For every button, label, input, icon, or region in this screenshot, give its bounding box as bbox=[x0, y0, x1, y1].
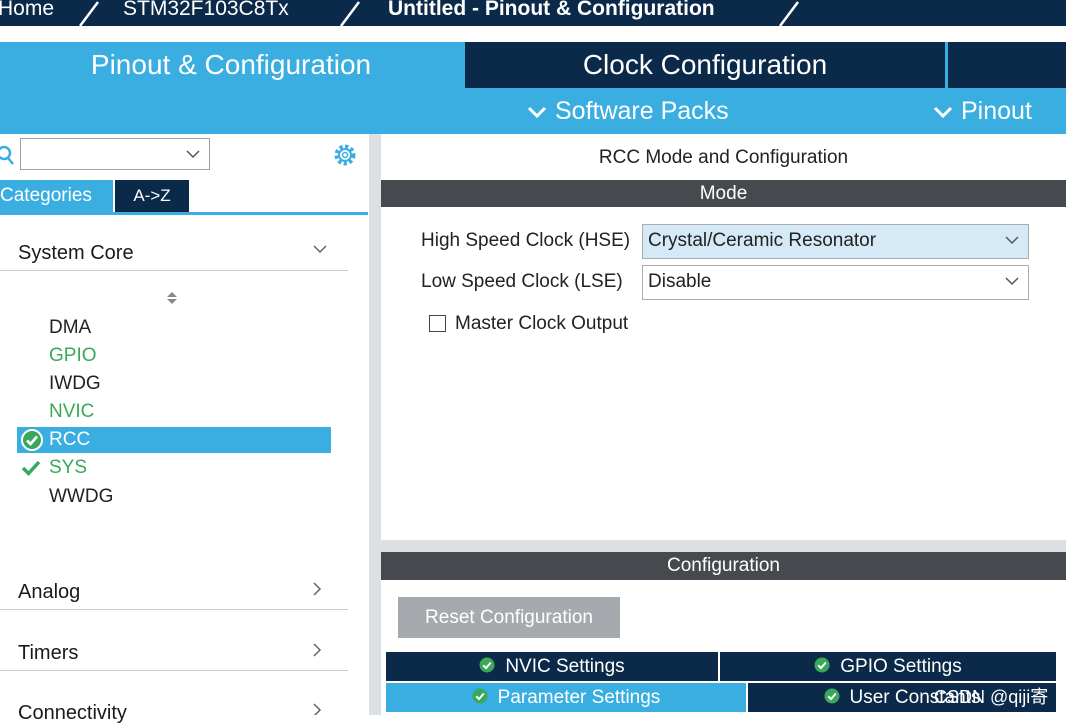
lse-label: Low Speed Clock (LSE) bbox=[421, 271, 623, 292]
chevron-down-icon bbox=[1005, 277, 1019, 286]
section-divider bbox=[381, 540, 1066, 552]
list-item-nvic[interactable]: NVIC bbox=[49, 399, 94, 425]
software-packs-menu[interactable]: Software Packs bbox=[527, 96, 729, 126]
category-divider bbox=[0, 609, 348, 610]
chevron-down-icon[interactable] bbox=[312, 244, 328, 254]
chevron-down-icon bbox=[1005, 236, 1019, 245]
category-divider bbox=[0, 270, 348, 271]
master-clock-output-checkbox[interactable] bbox=[429, 315, 446, 332]
breadcrumb-project[interactable]: Untitled - Pinout & Configuration bbox=[388, 0, 715, 22]
check-circle-icon bbox=[824, 688, 840, 704]
check-circle-icon bbox=[21, 429, 43, 451]
search-icon[interactable] bbox=[0, 144, 16, 166]
mode-header: Mode bbox=[381, 180, 1066, 207]
tab-nvic-label: NVIC Settings bbox=[505, 656, 625, 677]
breadcrumb-separator-icon bbox=[779, 1, 799, 26]
check-icon bbox=[21, 460, 41, 477]
panel-splitter[interactable] bbox=[369, 134, 381, 715]
chevron-down-icon[interactable] bbox=[185, 149, 201, 159]
chevron-right-icon[interactable] bbox=[312, 642, 322, 658]
tab-project-manager[interactable] bbox=[948, 42, 1066, 88]
lse-select[interactable]: Disable bbox=[642, 265, 1029, 300]
chevron-down-icon bbox=[527, 107, 547, 119]
category-analog[interactable]: Analog bbox=[18, 579, 80, 605]
configuration-header: Configuration bbox=[381, 552, 1066, 580]
list-item-dma[interactable]: DMA bbox=[49, 315, 91, 341]
check-circle-icon bbox=[472, 688, 488, 704]
tab-gpio-label: GPIO Settings bbox=[840, 656, 962, 677]
chevron-down-icon bbox=[933, 107, 953, 119]
hse-value: Crystal/Ceramic Resonator bbox=[648, 230, 877, 251]
hse-label: High Speed Clock (HSE) bbox=[421, 230, 631, 251]
tab-categories[interactable]: Categories bbox=[0, 180, 113, 212]
category-connectivity[interactable]: Connectivity bbox=[18, 700, 127, 726]
list-item-wwdg[interactable]: WWDG bbox=[49, 484, 113, 510]
breadcrumb-separator-icon bbox=[340, 1, 360, 26]
check-circle-icon bbox=[479, 657, 495, 673]
breadcrumb-mcu[interactable]: STM32F103C8Tx bbox=[123, 0, 289, 22]
chevron-right-icon[interactable] bbox=[312, 702, 322, 715]
sort-icon[interactable] bbox=[166, 291, 178, 305]
tab-parameter-label: Parameter Settings bbox=[497, 687, 661, 708]
reset-configuration-button[interactable]: Reset Configuration bbox=[398, 597, 620, 638]
pinout-menu[interactable]: Pinout bbox=[933, 96, 1032, 126]
category-timers[interactable]: Timers bbox=[18, 640, 78, 666]
list-item-rcc-label: RCC bbox=[49, 429, 91, 450]
hse-select[interactable]: Crystal/Ceramic Resonator bbox=[642, 224, 1029, 259]
list-item-gpio[interactable]: GPIO bbox=[49, 343, 97, 369]
search-input[interactable] bbox=[20, 138, 210, 170]
list-item-iwdg[interactable]: IWDG bbox=[49, 371, 101, 397]
header-gap bbox=[0, 26, 1066, 42]
software-packs-label: Software Packs bbox=[555, 97, 729, 125]
tab-a-z[interactable]: A->Z bbox=[115, 180, 189, 212]
breadcrumb-home[interactable]: Home bbox=[0, 0, 54, 22]
category-divider bbox=[0, 670, 348, 671]
check-circle-icon bbox=[814, 657, 830, 673]
tab-clock-configuration[interactable]: Clock Configuration bbox=[465, 42, 945, 88]
master-clock-output-label: Master Clock Output bbox=[455, 313, 629, 334]
tabs-underline bbox=[0, 212, 368, 215]
tab-parameter-settings[interactable]: Parameter Settings bbox=[386, 683, 746, 712]
panel-title: RCC Mode and Configuration bbox=[598, 147, 849, 168]
breadcrumb-separator-icon bbox=[79, 1, 99, 26]
chevron-right-icon[interactable] bbox=[312, 581, 322, 597]
pinout-label: Pinout bbox=[961, 97, 1032, 125]
gear-icon[interactable] bbox=[332, 142, 358, 168]
tab-pinout-configuration[interactable]: Pinout & Configuration bbox=[0, 42, 462, 88]
category-system-core[interactable]: System Core bbox=[18, 240, 134, 266]
main-tab-bar: Pinout & Configuration Clock Configurati… bbox=[0, 42, 1066, 88]
menu-bar: Software Packs Pinout bbox=[0, 88, 1066, 134]
tab-nvic-settings[interactable]: NVIC Settings bbox=[386, 652, 718, 681]
breadcrumb: Home STM32F103C8Tx Untitled - Pinout & C… bbox=[0, 0, 1066, 26]
tab-gpio-settings[interactable]: GPIO Settings bbox=[720, 652, 1056, 681]
lse-value: Disable bbox=[648, 271, 712, 292]
list-item-sys[interactable]: SYS bbox=[49, 455, 87, 481]
watermark: CSDN @qiji寄 bbox=[934, 687, 1049, 707]
